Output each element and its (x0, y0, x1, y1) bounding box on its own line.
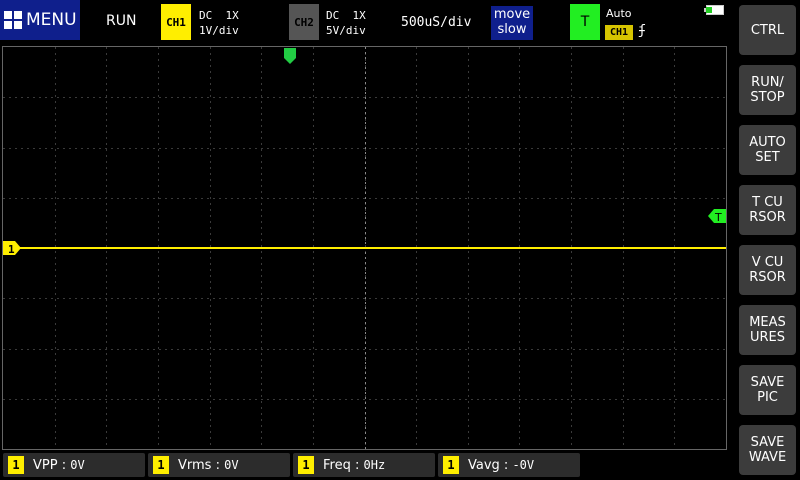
measurement-name: VPP (33, 457, 58, 473)
measurement-value: 0Hz (363, 457, 386, 472)
ch2-coupling: DC 1X (326, 9, 366, 22)
move-speed-value: slow (497, 22, 527, 37)
trigger-level-marker[interactable]: T (708, 209, 726, 224)
measurement-vavg[interactable]: 1 Vavg : -0V (438, 453, 580, 477)
move-speed-button[interactable]: move slow (491, 6, 533, 40)
measurement-channel-badge: 1 (8, 456, 24, 474)
measurement-text: Freq : 0Hz (323, 458, 385, 473)
trigger-mode[interactable]: Auto (606, 7, 632, 20)
measurement-text: Vrms : 0V (178, 458, 239, 473)
waveform-display[interactable]: 1 T (2, 46, 727, 450)
run-stop-button[interactable]: RUN/ STOP (739, 65, 796, 115)
trigger-marker-label: T (714, 211, 722, 224)
measurement-text: VPP : 0V (33, 458, 85, 473)
rising-edge-icon: ʄ (638, 23, 646, 38)
battery-icon (704, 5, 724, 15)
status-bar: MENU RUN CH1 DC 1X 1V/div CH2 DC 1X 5V/d… (0, 0, 734, 44)
save-pic-button[interactable]: SAVE PIC (739, 365, 796, 415)
move-label: move (493, 7, 531, 22)
measurement-vrms[interactable]: 1 Vrms : 0V (148, 453, 290, 477)
menu-label: MENU (26, 10, 77, 30)
measurement-text: Vavg : -0V (468, 458, 534, 473)
measurement-value: 0V (70, 457, 85, 472)
menu-button[interactable]: MENU (0, 0, 80, 40)
timebase-value[interactable]: 500uS/div (401, 15, 471, 30)
auto-set-button[interactable]: AUTO SET (739, 125, 796, 175)
ch1-coupling: DC 1X (199, 9, 239, 22)
measurement-name: Freq (323, 457, 351, 473)
ch1-badge[interactable]: CH1 (161, 4, 191, 40)
ch1-level-marker[interactable]: 1 (3, 241, 21, 256)
measurement-separator: : (211, 457, 225, 473)
trigger-position-marker[interactable] (284, 48, 296, 64)
side-button-panel: CTRL RUN/ STOP AUTO SET T CU RSOR V CU R… (734, 0, 800, 480)
graticule: 1 T (3, 47, 726, 449)
measurement-value: 0V (224, 457, 239, 472)
grid-menu-icon (4, 11, 22, 29)
measurement-channel-badge: 1 (153, 456, 169, 474)
measurement-freq[interactable]: 1 Freq : 0Hz (293, 453, 435, 477)
ch1-scale: 1V/div (199, 24, 239, 37)
measurement-vpp[interactable]: 1 VPP : 0V (3, 453, 145, 477)
measurement-name: Vrms (178, 457, 212, 473)
ch2-badge[interactable]: CH2 (289, 4, 319, 40)
measurement-separator: : (350, 457, 364, 473)
measurement-separator: : (499, 457, 513, 473)
voltage-cursor-button[interactable]: V CU RSOR (739, 245, 796, 295)
time-cursor-button[interactable]: T CU RSOR (739, 185, 796, 235)
save-wave-button[interactable]: SAVE WAVE (739, 425, 796, 475)
measurement-name: Vavg (468, 457, 500, 473)
measurement-separator: : (57, 457, 71, 473)
ch1-marker-label: 1 (8, 243, 15, 256)
trigger-badge[interactable]: T (570, 4, 600, 40)
measures-button[interactable]: MEAS URES (739, 305, 796, 355)
ch1-settings[interactable]: DC 1X 1V/div (199, 8, 239, 38)
ch2-scale: 5V/div (326, 24, 366, 37)
measurement-channel-badge: 1 (443, 456, 459, 474)
measurement-channel-badge: 1 (298, 456, 314, 474)
ctrl-button[interactable]: CTRL (739, 5, 796, 55)
ch2-settings[interactable]: DC 1X 5V/div (326, 8, 366, 38)
measurement-value: -0V (512, 457, 535, 472)
run-state-indicator[interactable]: RUN (106, 13, 136, 29)
trigger-source[interactable]: CH1 (605, 25, 633, 40)
